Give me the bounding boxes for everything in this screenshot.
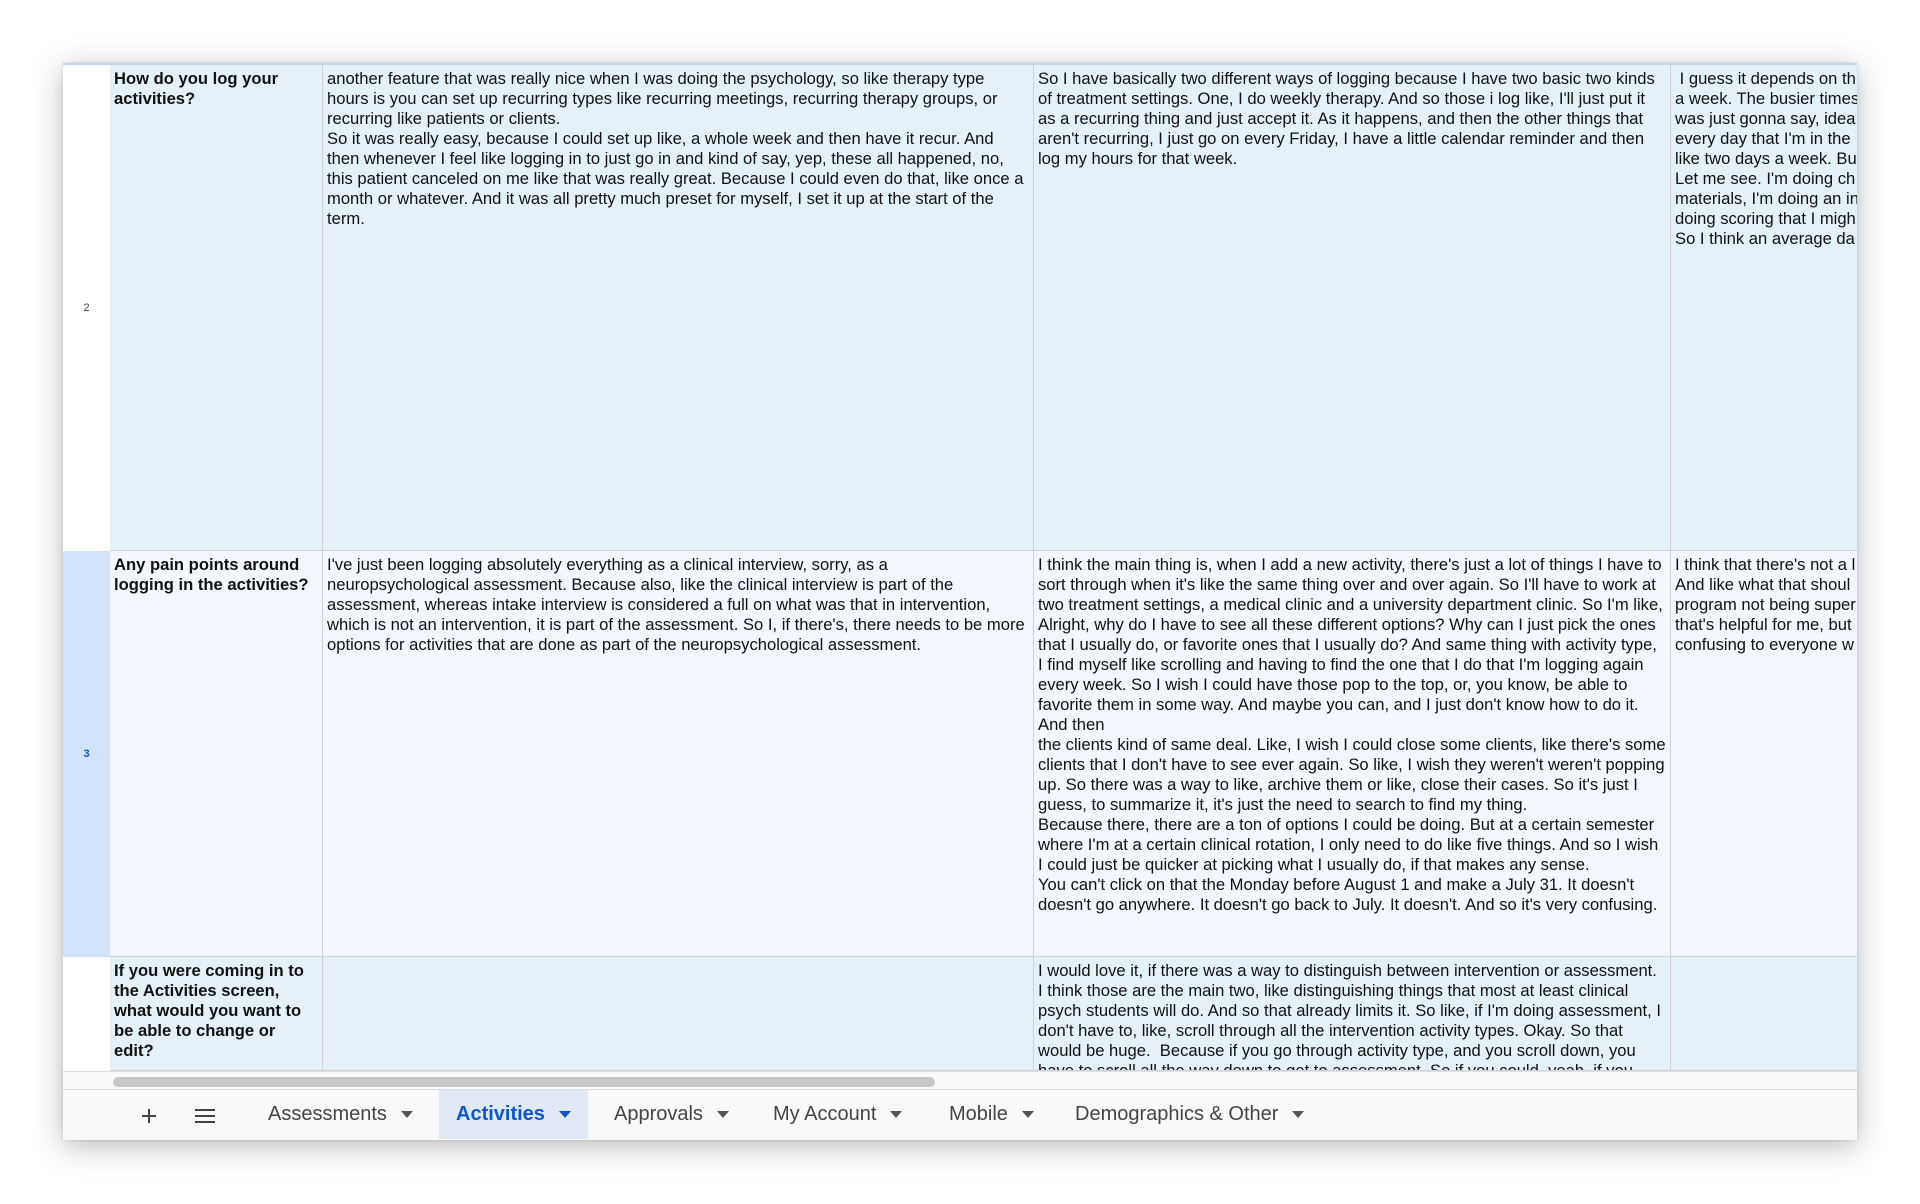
row-header-2[interactable]: 2: [63, 65, 111, 551]
sheet-tab-bar: Assessments Activities Approvals My Acco…: [63, 1089, 1857, 1140]
cell-response[interactable]: So I have basically two different ways o…: [1034, 65, 1671, 551]
chevron-down-icon[interactable]: [716, 1111, 729, 1118]
cell-question[interactable]: How do you log your activities?: [110, 65, 323, 551]
chevron-down-icon[interactable]: [558, 1111, 571, 1118]
tab-label: Approvals: [614, 1103, 703, 1125]
chevron-down-icon[interactable]: [890, 1111, 903, 1118]
tab-label: Assessments: [268, 1103, 387, 1125]
cell-response[interactable]: another feature that was really nice whe…: [323, 65, 1034, 551]
tab-activities[interactable]: Activities: [439, 1090, 588, 1139]
plus-icon: [142, 1109, 156, 1123]
cell-response[interactable]: I think the main thing is, when I add a …: [1034, 551, 1671, 957]
cell-response[interactable]: [323, 957, 1034, 1071]
all-sheets-button[interactable]: [191, 1102, 219, 1130]
cell-question[interactable]: If you were coming in to the Activities …: [110, 957, 323, 1071]
scrollbar-thumb[interactable]: [113, 1077, 935, 1087]
chevron-down-icon[interactable]: [400, 1111, 413, 1118]
tab-demographics-other[interactable]: Demographics & Other: [1058, 1090, 1321, 1139]
cell-response[interactable]: [1671, 957, 1857, 1071]
row-header-4[interactable]: [63, 957, 111, 1071]
spreadsheet-window: 2 How do you log your activities? anothe…: [63, 63, 1857, 1140]
hamburger-icon: [195, 1109, 215, 1123]
tab-label: Mobile: [949, 1103, 1008, 1125]
cell-response[interactable]: I would love it, if there was a way to d…: [1034, 957, 1671, 1071]
tab-label: My Account: [773, 1103, 877, 1125]
tab-label: Demographics & Other: [1075, 1103, 1279, 1125]
tab-approvals[interactable]: Approvals: [597, 1090, 746, 1139]
tab-mobile[interactable]: Mobile: [932, 1090, 1051, 1139]
sheet-grid: 2 How do you log your activities? anothe…: [63, 63, 1857, 1071]
chevron-down-icon[interactable]: [1292, 1111, 1305, 1118]
cell-question[interactable]: Any pain points around logging in the ac…: [110, 551, 323, 957]
tab-my-account[interactable]: My Account: [756, 1090, 919, 1139]
add-sheet-button[interactable]: [135, 1102, 163, 1130]
horizontal-scrollbar[interactable]: [63, 1071, 1857, 1090]
chevron-down-icon[interactable]: [1021, 1111, 1034, 1118]
tab-label: Activities: [456, 1103, 545, 1125]
cell-response[interactable]: I think that there's not a l And like wh…: [1671, 551, 1857, 957]
row-header-3[interactable]: 3: [63, 551, 111, 957]
tab-assessments[interactable]: Assessments: [251, 1090, 430, 1139]
cell-response[interactable]: I guess it depends on th a week. The bus…: [1671, 65, 1857, 551]
cell-response[interactable]: I've just been logging absolutely everyt…: [323, 551, 1034, 957]
